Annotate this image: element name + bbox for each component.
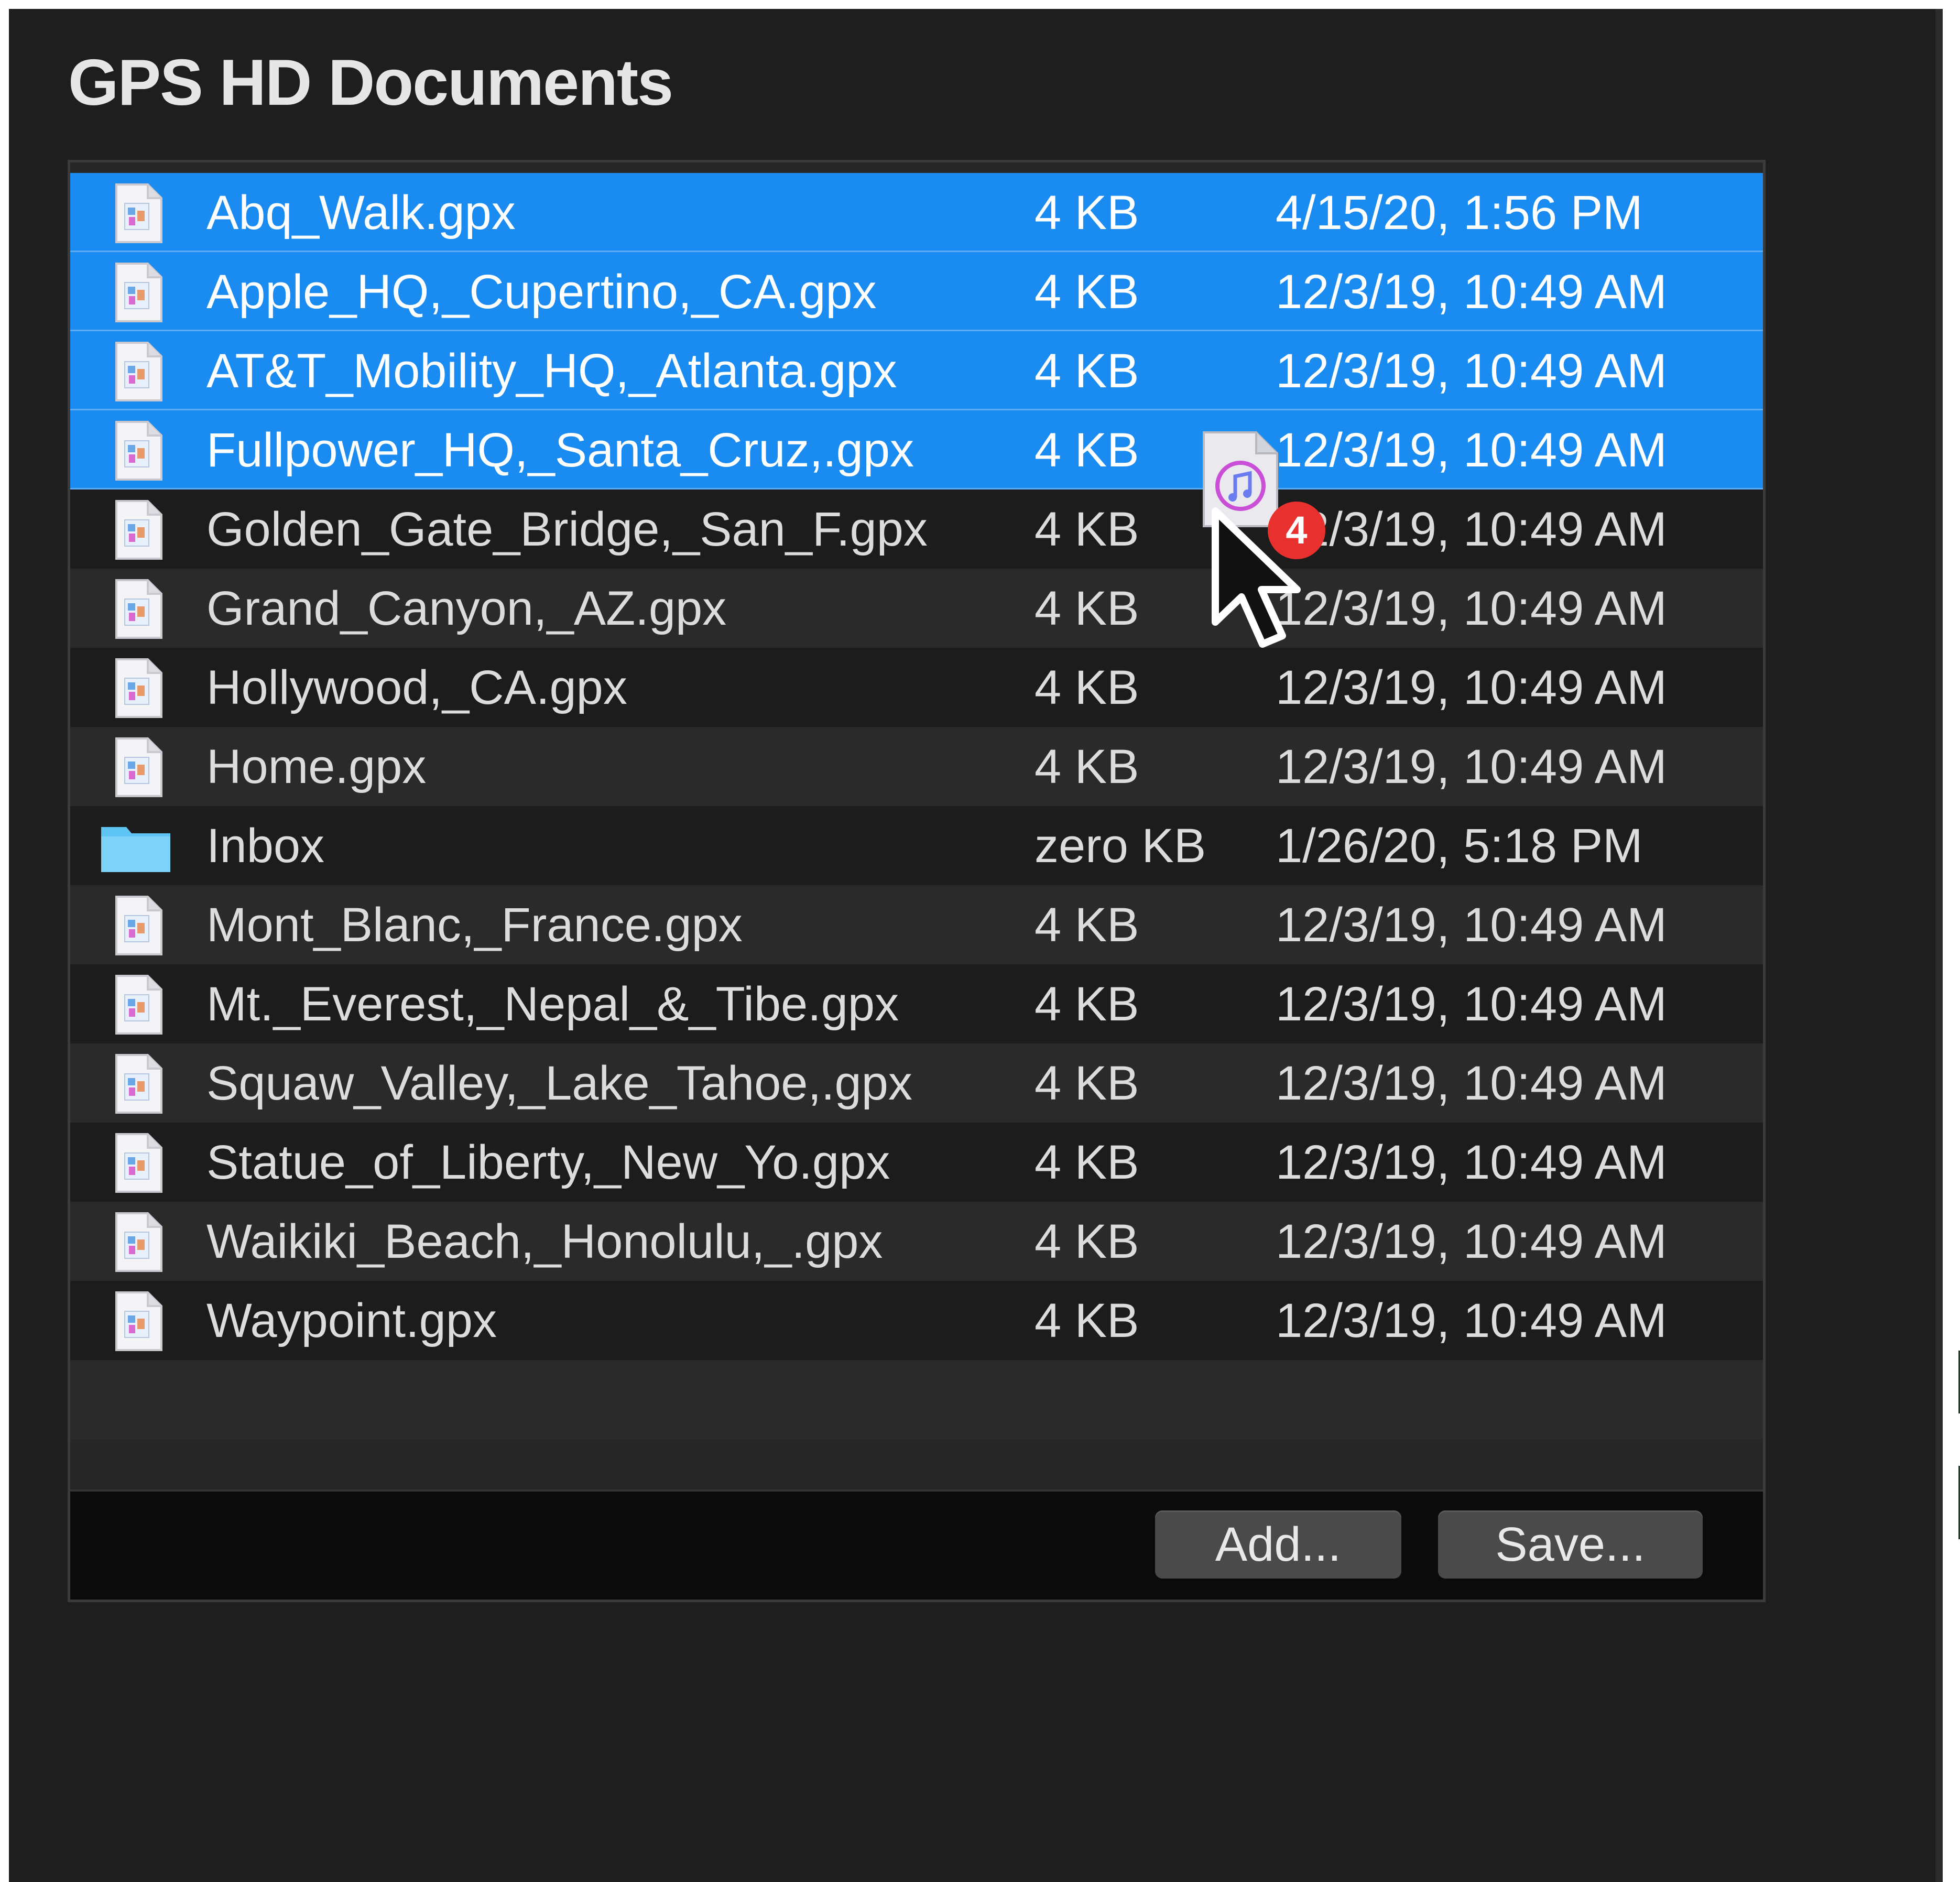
gpx-file-icon: [112, 182, 165, 244]
file-size: 4 KB: [1035, 898, 1139, 952]
file-name: Fullpower_HQ,_Santa_Cruz,.gpx: [206, 423, 914, 477]
file-size: 4 KB: [1035, 503, 1139, 556]
file-size: 4 KB: [1035, 1057, 1139, 1110]
file-date: 12/3/19, 10:49 AM: [1276, 344, 1667, 398]
file-size: 4 KB: [1035, 1136, 1139, 1189]
file-row[interactable]: Golden_Gate_Bridge,_San_F.gpx 4 KB 12/3/19…: [70, 489, 1763, 569]
file-name: Waikiki_Beach,_Honolulu,_.gpx: [206, 1215, 883, 1268]
file-date: 12/3/19, 10:49 AM: [1276, 898, 1667, 952]
file-size: 4 KB: [1035, 740, 1139, 793]
gpx-file-icon: [112, 499, 165, 561]
gpx-file-icon: [112, 895, 165, 956]
page-title: GPS HD Documents: [68, 47, 673, 119]
file-row[interactable]: Squaw_Valley,_Lake_Tahoe,.gpx 4 KB 12/3/19…: [70, 1043, 1763, 1123]
empty-row: [70, 1360, 1763, 1439]
arrow-cursor-icon: [1212, 507, 1301, 648]
file-size: 4 KB: [1035, 582, 1139, 635]
file-size: 4 KB: [1035, 186, 1139, 240]
gpx-file-icon: [112, 1290, 165, 1352]
gpx-file-icon: [112, 420, 165, 482]
file-name: Mont_Blanc,_France.gpx: [206, 898, 743, 952]
file-name: Statue_of_Liberty,_New_Yo.gpx: [206, 1136, 890, 1189]
file-row[interactable]: Abq_Walk.gpx 4 KB 4/15/20, 1:56 PM: [70, 173, 1763, 252]
file-row[interactable]: Mont_Blanc,_France.gpx 4 KB 12/3/19, 10:49…: [70, 885, 1763, 964]
gpx-file-icon: [112, 736, 165, 798]
file-name: Squaw_Valley,_Lake_Tahoe,.gpx: [206, 1057, 912, 1110]
file-date: 12/3/19, 10:49 AM: [1276, 661, 1667, 714]
file-row[interactable]: Hollywood,_CA.gpx 4 KB 12/3/19, 10:49 AM: [70, 648, 1763, 727]
file-date: 12/3/19, 10:49 AM: [1276, 1215, 1667, 1268]
gpx-file-icon: [112, 262, 165, 323]
file-date: 12/3/19, 10:49 AM: [1276, 1057, 1667, 1110]
file-row[interactable]: Statue_of_Liberty,_New_Yo.gpx 4 KB 12/3/19…: [70, 1123, 1763, 1202]
file-date: 12/3/19, 10:49 AM: [1276, 977, 1667, 1031]
file-row[interactable]: AT&T_Mobility_HQ,_Atlanta.gpx 4 KB 12/3/19…: [70, 331, 1763, 410]
file-size: 4 KB: [1035, 661, 1139, 714]
file-row[interactable]: Fullpower_HQ,_Santa_Cruz,.gpx 4 KB 12/3/19…: [70, 410, 1763, 489]
file-list: Abq_Walk.gpx 4 KB 4/15/20, 1:56 PM Apple_H…: [70, 173, 1763, 1502]
file-date: 12/3/19, 10:49 AM: [1276, 1294, 1667, 1347]
file-size: 4 KB: [1035, 977, 1139, 1031]
file-date: 12/3/19, 10:49 AM: [1276, 582, 1667, 635]
file-name: Grand_Canyon,_AZ.gpx: [206, 582, 727, 635]
file-name: Inbox: [206, 819, 325, 873]
file-date: 12/3/19, 10:49 AM: [1276, 740, 1667, 793]
gpx-file-icon: [112, 974, 165, 1036]
file-row[interactable]: Grand_Canyon,_AZ.gpx 4 KB 12/3/19, 10:49 A…: [70, 569, 1763, 648]
gpx-file-icon: [112, 1053, 165, 1115]
file-row[interactable]: Waypoint.gpx 4 KB 12/3/19, 10:49 AM: [70, 1281, 1763, 1360]
file-row[interactable]: Apple_HQ,_Cupertino,_CA.gpx 4 KB 12/3/19, …: [70, 252, 1763, 331]
file-date: 12/3/19, 10:49 AM: [1276, 1136, 1667, 1189]
file-name: AT&T_Mobility_HQ,_Atlanta.gpx: [206, 344, 897, 398]
file-name: Waypoint.gpx: [206, 1294, 497, 1347]
file-row[interactable]: Waikiki_Beach,_Honolulu,_.gpx 4 KB 12/3/19…: [70, 1202, 1763, 1281]
file-name: Home.gpx: [206, 740, 427, 793]
file-name: Hollywood,_CA.gpx: [206, 661, 627, 714]
file-date: 4/15/20, 1:56 PM: [1276, 186, 1643, 240]
folder-row[interactable]: Inbox zero KB 1/26/20, 5:18 PM: [70, 806, 1763, 885]
gpx-file-icon: [112, 1132, 165, 1194]
button-bar: Add... Save...: [70, 1489, 1763, 1600]
file-size: 4 KB: [1035, 1215, 1139, 1268]
file-size: 4 KB: [1035, 344, 1139, 398]
add-button[interactable]: Add...: [1155, 1510, 1401, 1579]
file-date: 12/3/19, 10:49 AM: [1276, 423, 1667, 477]
file-size: 4 KB: [1035, 1294, 1139, 1347]
folder-icon: [99, 815, 172, 877]
file-name: Mt._Everest,_Nepal_&_Tibe.gpx: [206, 977, 899, 1031]
file-date: 1/26/20, 5:18 PM: [1276, 819, 1643, 873]
file-name: Apple_HQ,_Cupertino,_CA.gpx: [206, 265, 877, 319]
file-row[interactable]: Home.gpx 4 KB 12/3/19, 10:49 AM: [70, 727, 1763, 806]
file-list-panel: Abq_Walk.gpx 4 KB 4/15/20, 1:56 PM Apple_H…: [68, 160, 1766, 1602]
file-row[interactable]: Mt._Everest,_Nepal_&_Tibe.gpx 4 KB 12/3/19…: [70, 964, 1763, 1043]
file-date: 12/3/19, 10:49 AM: [1276, 503, 1667, 556]
gpx-file-icon: [112, 341, 165, 402]
file-size: zero KB: [1035, 819, 1206, 873]
file-date: 12/3/19, 10:49 AM: [1276, 265, 1667, 319]
file-size: 4 KB: [1035, 265, 1139, 319]
file-name: Abq_Walk.gpx: [206, 186, 516, 240]
gpx-file-icon: [112, 1211, 165, 1273]
gpx-file-icon: [112, 578, 165, 640]
file-size: 4 KB: [1035, 423, 1139, 477]
gpx-file-icon: [112, 657, 165, 719]
file-name: Golden_Gate_Bridge,_San_F.gpx: [206, 503, 928, 556]
gps-hd-documents-window: GPS HD Documents Abq_Walk.gpx 4 KB 4/15/20…: [9, 9, 1960, 1882]
save-button[interactable]: Save...: [1438, 1510, 1703, 1579]
